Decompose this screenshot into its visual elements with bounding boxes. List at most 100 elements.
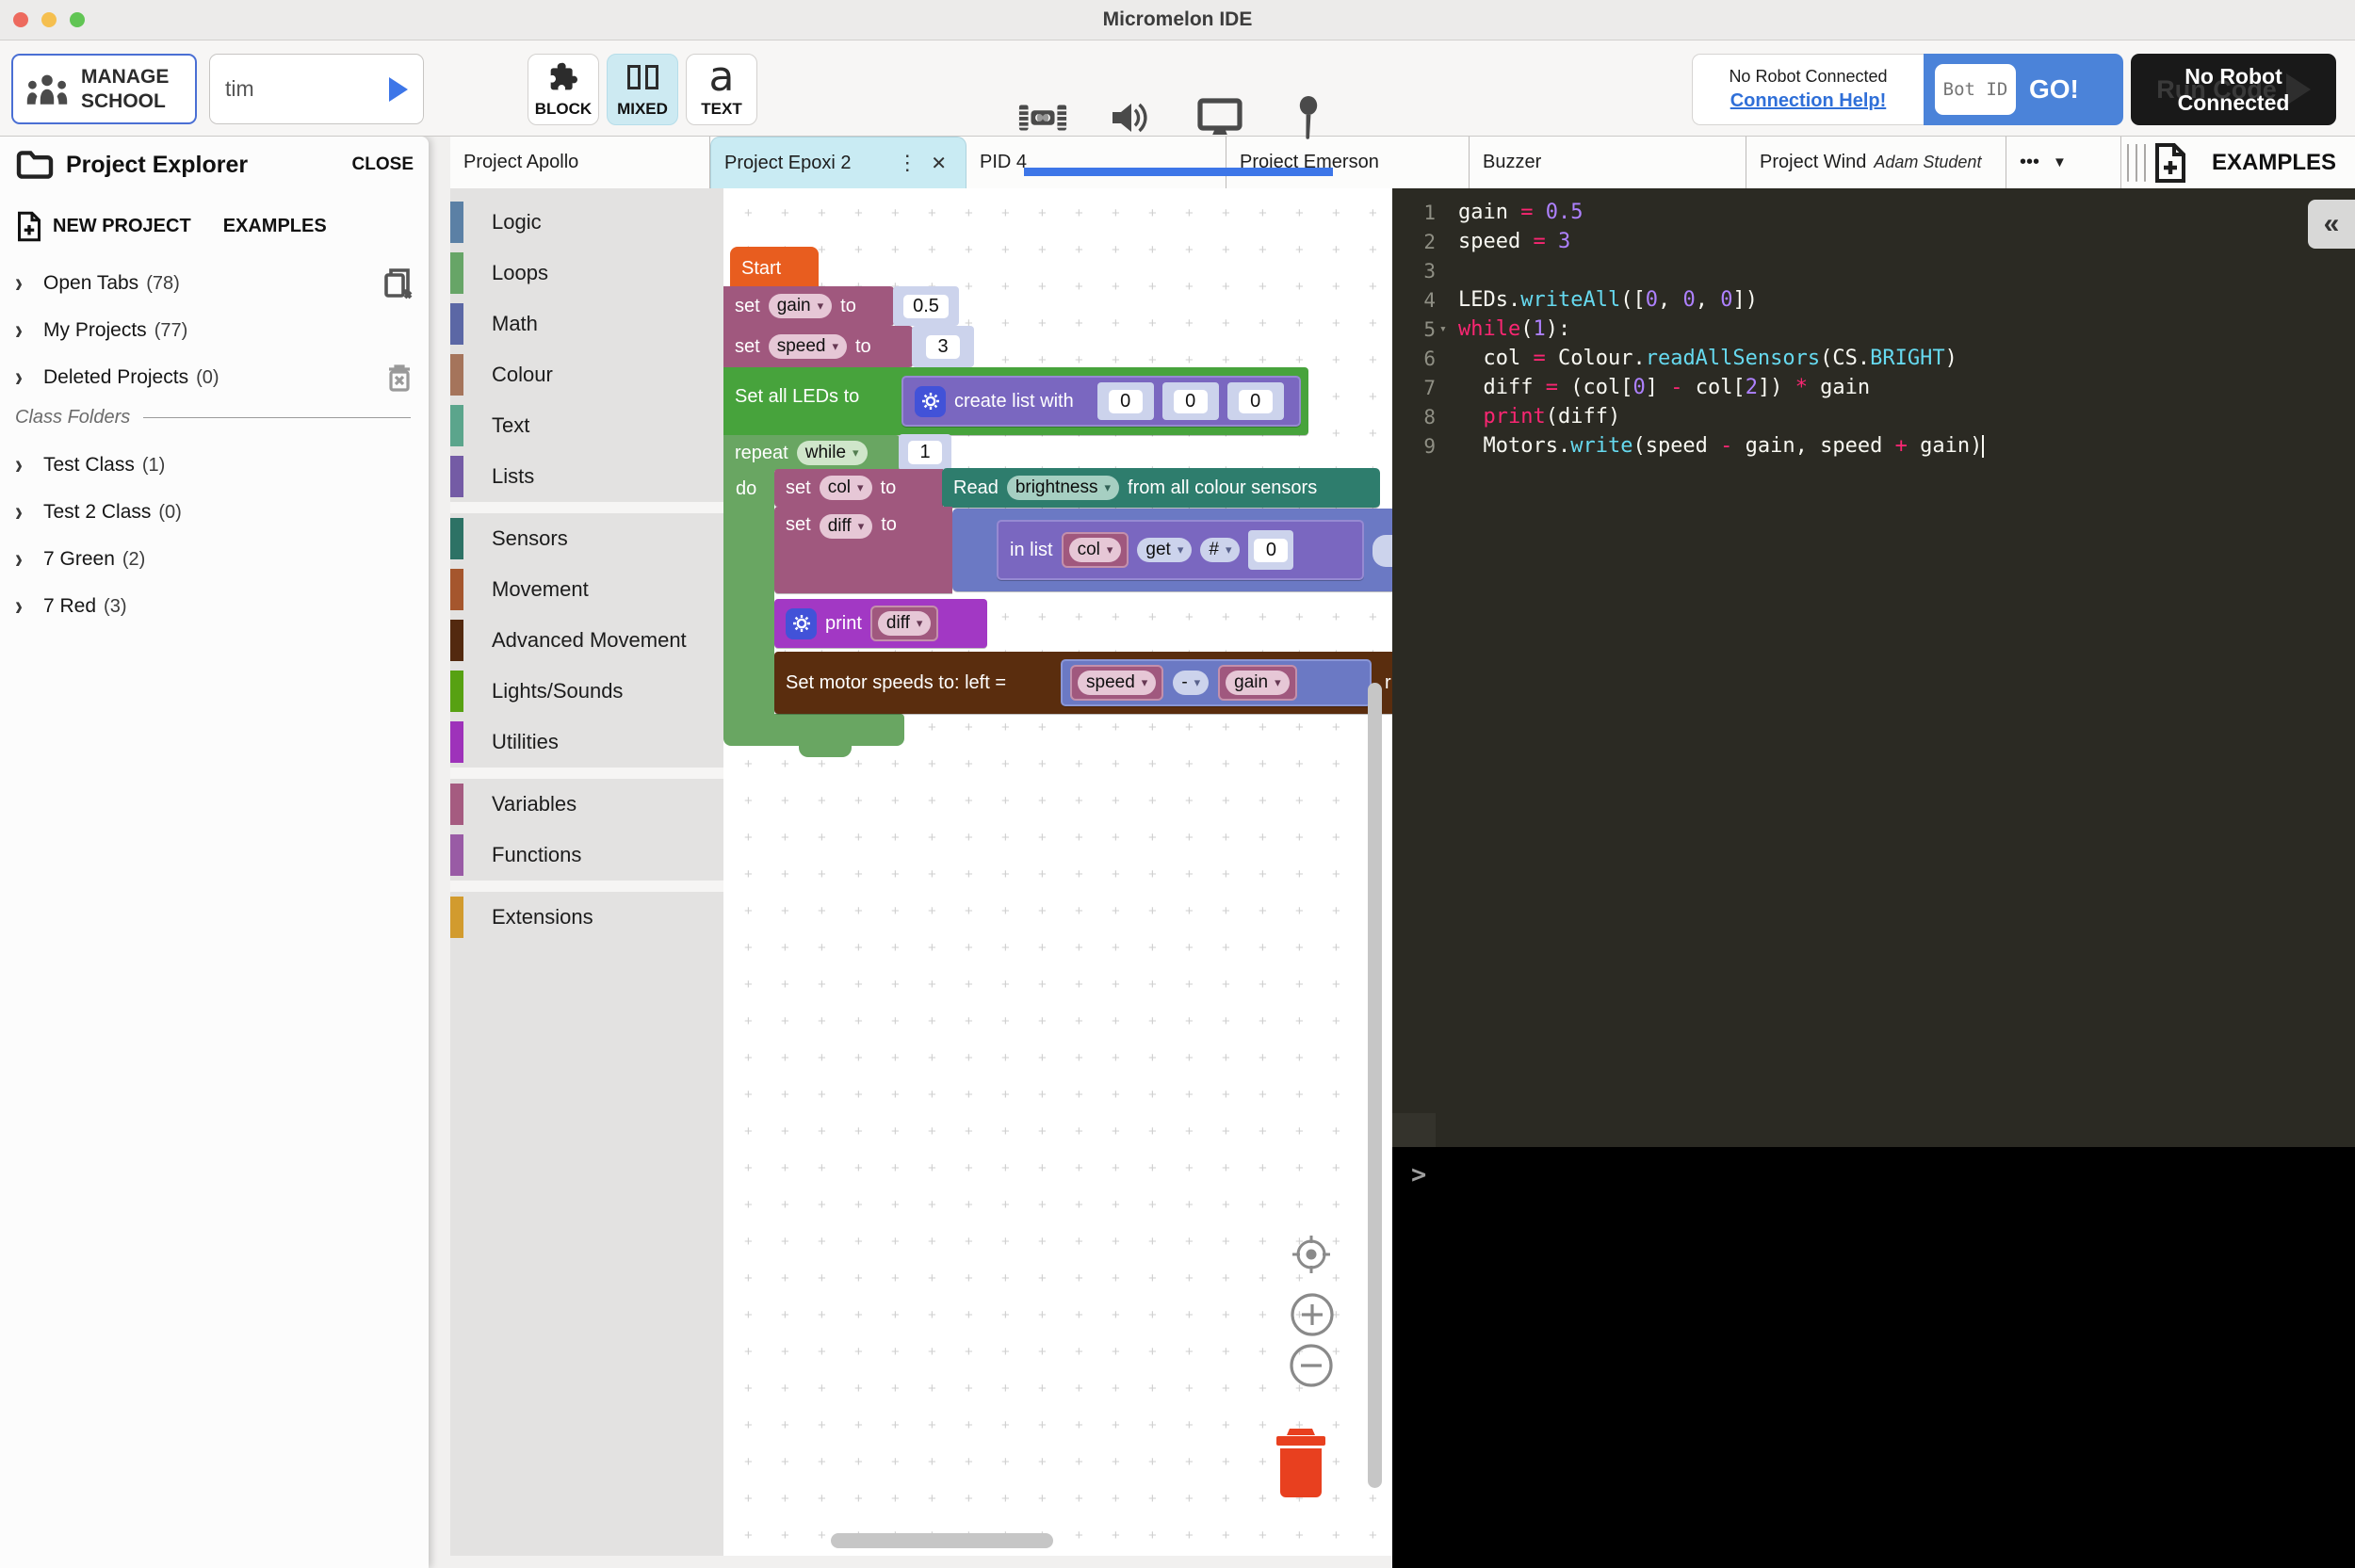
tab-project-apollo[interactable]: Project Apollo	[450, 137, 710, 188]
class-folder-test-class[interactable]: ›Test Class(1)	[0, 442, 429, 489]
motor-operator-dropdown[interactable]: -▾	[1173, 671, 1209, 695]
repeat-while-block[interactable]: repeat while▾	[723, 435, 900, 471]
brightness-dropdown[interactable]: brightness▾	[1007, 476, 1119, 500]
code-line-4[interactable]: 4LEDs.writeAll([0, 0, 0])	[1392, 285, 2355, 315]
fold-marker-icon[interactable]: ▾	[1436, 322, 1456, 336]
palette-category-lights-sounds[interactable]: Lights/Sounds	[450, 666, 723, 717]
canvas-horizontal-scrollbar[interactable]	[831, 1533, 1053, 1548]
palette-category-advanced-movement[interactable]: Advanced Movement	[450, 615, 723, 666]
tab-project-wind[interactable]: Project WindAdam Student	[1746, 137, 2006, 188]
project-name-input[interactable]: tim	[209, 54, 424, 124]
set-diff-block[interactable]: set diff▾ to	[774, 507, 952, 593]
close-explorer-button[interactable]: CLOSE	[352, 154, 414, 175]
palette-category-lists[interactable]: Lists	[450, 451, 723, 502]
in-list-col-pill[interactable]: col▾	[1062, 532, 1129, 568]
sidebar-item-my-projects[interactable]: ›My Projects(77)	[0, 307, 429, 354]
motor-gain-dropdown[interactable]: gain▾	[1226, 671, 1289, 695]
chevron-right-icon[interactable]: ›	[15, 496, 43, 529]
list-item-1-field[interactable]: 0	[1162, 382, 1219, 420]
speed-variable-dropdown[interactable]: speed▾	[769, 334, 847, 359]
tab-close-icon[interactable]: ✕	[925, 152, 952, 175]
palette-category-logic[interactable]: Logic	[450, 197, 723, 248]
close-window-icon[interactable]	[13, 12, 28, 27]
motor-gain-pill[interactable]: gain▾	[1218, 665, 1296, 701]
code-line-2[interactable]: 2speed = 3	[1392, 227, 2355, 256]
in-list-col-dropdown[interactable]: col▾	[1069, 538, 1122, 562]
chevron-right-icon[interactable]: ›	[15, 590, 43, 623]
math-expression-block[interactable]: in list col▾ get▾ #▾ 0 -	[952, 509, 1392, 591]
speaker-icon[interactable]	[1106, 92, 1157, 143]
empty-trash-icon[interactable]	[385, 362, 414, 394]
col-variable-dropdown[interactable]: col▾	[820, 476, 872, 500]
robot-icon[interactable]	[1017, 92, 1068, 143]
tab-menu-icon[interactable]: ⋮	[889, 151, 925, 175]
create-list-block[interactable]: create list with 0 0 0	[901, 376, 1301, 427]
go-button[interactable]: GO!	[2029, 74, 2079, 105]
code-line-8[interactable]: 8 print(diff)	[1392, 402, 2355, 431]
sidebar-examples-button[interactable]: EXAMPLES	[223, 216, 327, 237]
palette-category-movement[interactable]: Movement	[450, 564, 723, 615]
tab--[interactable]: •••▼	[2006, 137, 2121, 188]
palette-category-loops[interactable]: Loops	[450, 248, 723, 299]
mode-button-text[interactable]: a TEXT	[686, 54, 757, 125]
palette-category-functions[interactable]: Functions	[450, 830, 723, 881]
connection-help-link[interactable]: Connection Help!	[1730, 90, 1887, 112]
set-speed-block[interactable]: set speed▾ to	[723, 326, 913, 367]
tab-pid-4[interactable]: PID 4	[966, 137, 1226, 188]
gear-icon[interactable]	[786, 608, 817, 639]
diff-variable-dropdown[interactable]: diff▾	[820, 514, 873, 539]
in-list-block[interactable]: in list col▾ get▾ #▾ 0	[997, 520, 1364, 580]
palette-category-text[interactable]: Text	[450, 400, 723, 451]
index-value-field[interactable]: 0	[1248, 530, 1293, 570]
palette-category-variables[interactable]: Variables	[450, 779, 723, 830]
print-diff-dropdown[interactable]: diff▾	[878, 611, 932, 636]
zoom-in-button[interactable]	[1290, 1292, 1335, 1337]
console-output[interactable]: >	[1392, 1147, 2355, 1568]
palette-category-utilities[interactable]: Utilities	[450, 717, 723, 768]
repeat-mode-dropdown[interactable]: while▾	[797, 441, 868, 465]
new-project-button[interactable]: NEW PROJECT	[15, 210, 191, 243]
palette-category-sensors[interactable]: Sensors	[450, 513, 723, 564]
code-line-3[interactable]: 3	[1392, 256, 2355, 285]
speed-value-field[interactable]: 3	[912, 326, 974, 367]
center-view-button[interactable]	[1289, 1232, 1334, 1277]
palette-category-colour[interactable]: Colour	[450, 349, 723, 400]
code-line-6[interactable]: 6 col = Colour.readAllSensors(CS.BRIGHT)	[1392, 344, 2355, 373]
mode-button-block[interactable]: BLOCK	[528, 54, 599, 125]
bot-id-input[interactable]	[1935, 64, 2016, 115]
chevron-right-icon[interactable]: ›	[15, 362, 43, 395]
sidebar-item-deleted-projects[interactable]: ›Deleted Projects(0)	[0, 354, 429, 401]
chevron-right-icon[interactable]: ›	[15, 543, 43, 576]
minus-operator-dropdown[interactable]: -	[1372, 535, 1392, 567]
palette-category-extensions[interactable]: Extensions	[450, 892, 723, 943]
set-gain-block[interactable]: set gain▾ to	[723, 286, 894, 326]
chevron-right-icon[interactable]: ›	[15, 315, 43, 348]
code-line-1[interactable]: 1gain = 0.5	[1392, 198, 2355, 227]
chevron-right-icon[interactable]: ›	[15, 267, 43, 300]
palette-category-math[interactable]: Math	[450, 299, 723, 349]
tab-dropdown-icon[interactable]: ▼	[2053, 154, 2067, 170]
close-all-tabs-icon[interactable]	[382, 267, 414, 300]
class-folder-7-red[interactable]: ›7 Red(3)	[0, 583, 429, 630]
read-colour-sensors-block[interactable]: Read brightness▾ from all colour sensors	[942, 468, 1380, 508]
zoom-out-button[interactable]	[1289, 1343, 1334, 1388]
canvas-vertical-scrollbar[interactable]	[1368, 683, 1382, 1488]
index-type-dropdown[interactable]: #▾	[1200, 538, 1240, 562]
pin-icon[interactable]	[1283, 92, 1334, 143]
start-block[interactable]: Start	[730, 247, 819, 291]
tab-project-emerson[interactable]: Project Emerson	[1226, 137, 1470, 188]
gear-icon[interactable]	[915, 386, 946, 417]
trash-icon[interactable]	[1268, 1422, 1334, 1503]
code-editor[interactable]: 1gain = 0.52speed = 334LEDs.writeAll([0,…	[1392, 188, 2355, 1147]
run-code-button[interactable]: Run Code No Robot Connected	[2131, 54, 2336, 125]
manage-school-button[interactable]: MANAGE SCHOOL	[11, 54, 197, 124]
print-block[interactable]: print diff▾	[774, 599, 987, 648]
collapse-code-panel-button[interactable]: «	[2308, 200, 2355, 249]
code-line-9[interactable]: 9 Motors.write(speed - gain, speed + gai…	[1392, 431, 2355, 461]
class-folder-7-green[interactable]: ›7 Green(2)	[0, 536, 429, 583]
play-icon[interactable]	[389, 77, 408, 102]
list-item-2-field[interactable]: 0	[1227, 382, 1284, 420]
get-dropdown[interactable]: get▾	[1137, 538, 1192, 562]
minimize-window-icon[interactable]	[41, 12, 57, 27]
examples-tab-button[interactable]: EXAMPLES	[2189, 137, 2355, 188]
